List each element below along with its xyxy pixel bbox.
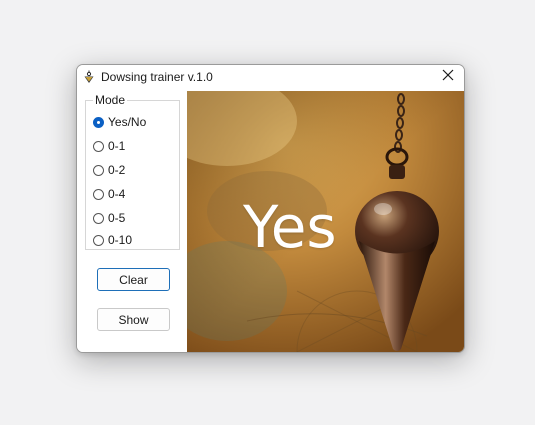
close-button[interactable] <box>432 65 464 89</box>
mode-groupbox: Mode Yes/No 0-1 0-2 0-4 0-5 0-10 <box>85 93 180 250</box>
window-title: Dowsing trainer v.1.0 <box>101 70 213 84</box>
radio-label: Yes/No <box>108 115 147 129</box>
radio-label: 0-5 <box>108 211 126 225</box>
mode-legend: Mode <box>93 93 128 107</box>
radio-button[interactable] <box>93 234 104 246</box>
radio-label: 0-10 <box>108 233 133 247</box>
result-image-panel: Yes <box>187 91 464 352</box>
radio-button[interactable] <box>93 164 104 176</box>
clear-button[interactable]: Clear <box>97 268 170 291</box>
pendulum-icon <box>82 70 96 84</box>
show-button[interactable]: Show <box>97 308 170 331</box>
radio-button[interactable] <box>93 188 104 200</box>
app-window: Dowsing trainer v.1.0 Mode Yes/No 0-1 0-… <box>76 64 465 353</box>
client-area: Mode Yes/No 0-1 0-2 0-4 0-5 0-10 Clear S… <box>77 89 464 352</box>
radio-0-5[interactable]: 0-5 <box>93 210 125 226</box>
radio-button-checked[interactable] <box>93 116 104 128</box>
radio-label: 0-2 <box>108 163 126 177</box>
title-bar[interactable]: Dowsing trainer v.1.0 <box>77 65 464 89</box>
radio-button[interactable] <box>93 140 104 152</box>
answer-text: Yes <box>243 193 337 261</box>
radio-label: 0-1 <box>108 139 126 153</box>
close-icon <box>442 68 454 86</box>
radio-button[interactable] <box>93 212 104 224</box>
radio-0-2[interactable]: 0-2 <box>93 162 125 178</box>
radio-yes-no[interactable]: Yes/No <box>93 114 146 130</box>
radio-label: 0-4 <box>108 187 126 201</box>
radio-0-10[interactable]: 0-10 <box>93 232 132 248</box>
radio-0-1[interactable]: 0-1 <box>93 138 125 154</box>
radio-0-4[interactable]: 0-4 <box>93 186 125 202</box>
